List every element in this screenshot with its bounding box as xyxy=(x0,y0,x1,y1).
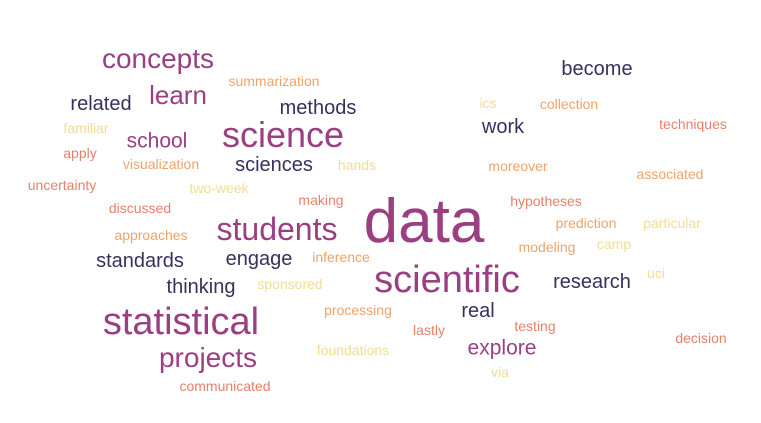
word-become: become xyxy=(561,58,633,80)
word-learn: learn xyxy=(149,80,207,110)
word-students: students xyxy=(216,211,338,247)
word-real: real xyxy=(461,300,495,322)
word-techniques: techniques xyxy=(659,116,727,132)
word-hands: hands xyxy=(337,157,377,173)
word-projects: projects xyxy=(158,342,258,373)
word-concepts: concepts xyxy=(101,43,215,74)
word-communicated: communicated xyxy=(179,378,271,394)
word-testing: testing xyxy=(514,318,556,334)
word-engage: engage xyxy=(225,248,293,270)
word-cloud: data scientific statistical science stud… xyxy=(0,0,761,423)
word-science: science xyxy=(221,114,345,155)
word-prediction: prediction xyxy=(555,215,617,231)
word-making: making xyxy=(298,192,344,208)
word-research: research xyxy=(553,271,631,293)
word-visualization: visualization xyxy=(122,156,200,172)
word-thinking: thinking xyxy=(166,276,236,298)
word-sponsored: sponsored xyxy=(257,276,323,292)
word-summarization: summarization xyxy=(228,73,320,89)
word-statistical: statistical xyxy=(102,301,260,343)
word-particular: particular xyxy=(643,215,701,231)
word-hypotheses: hypotheses xyxy=(510,193,582,209)
word-apply: apply xyxy=(63,145,97,161)
word-familiar: familiar xyxy=(63,120,109,136)
word-uncertainty: uncertainty xyxy=(27,177,97,193)
word-methods: methods xyxy=(279,97,357,119)
word-camp: camp xyxy=(596,236,632,252)
word-modeling: modeling xyxy=(518,239,576,255)
word-two-week: two-week xyxy=(189,180,249,196)
word-collection: collection xyxy=(539,96,599,112)
word-processing: processing xyxy=(324,302,392,318)
word-foundations: foundations xyxy=(316,342,390,358)
word-data: data xyxy=(363,187,485,256)
word-uci: uci xyxy=(647,265,665,281)
word-school: school xyxy=(126,129,188,153)
word-scientific: scientific xyxy=(374,259,520,301)
word-lastly: lastly xyxy=(413,322,445,338)
word-explore: explore xyxy=(467,336,537,360)
word-moreover: moreover xyxy=(488,158,548,174)
word-related: related xyxy=(70,93,132,115)
word-associated: associated xyxy=(636,166,704,182)
word-via: via xyxy=(491,364,509,380)
word-standards: standards xyxy=(96,250,184,272)
word-sciences: sciences xyxy=(235,154,313,176)
word-work: work xyxy=(481,116,525,138)
word-discussed: discussed xyxy=(108,200,172,216)
word-decision: decision xyxy=(675,330,727,346)
word-ics: ics xyxy=(479,95,497,111)
word-inference: inference xyxy=(312,249,370,265)
word-approaches: approaches xyxy=(114,227,188,243)
